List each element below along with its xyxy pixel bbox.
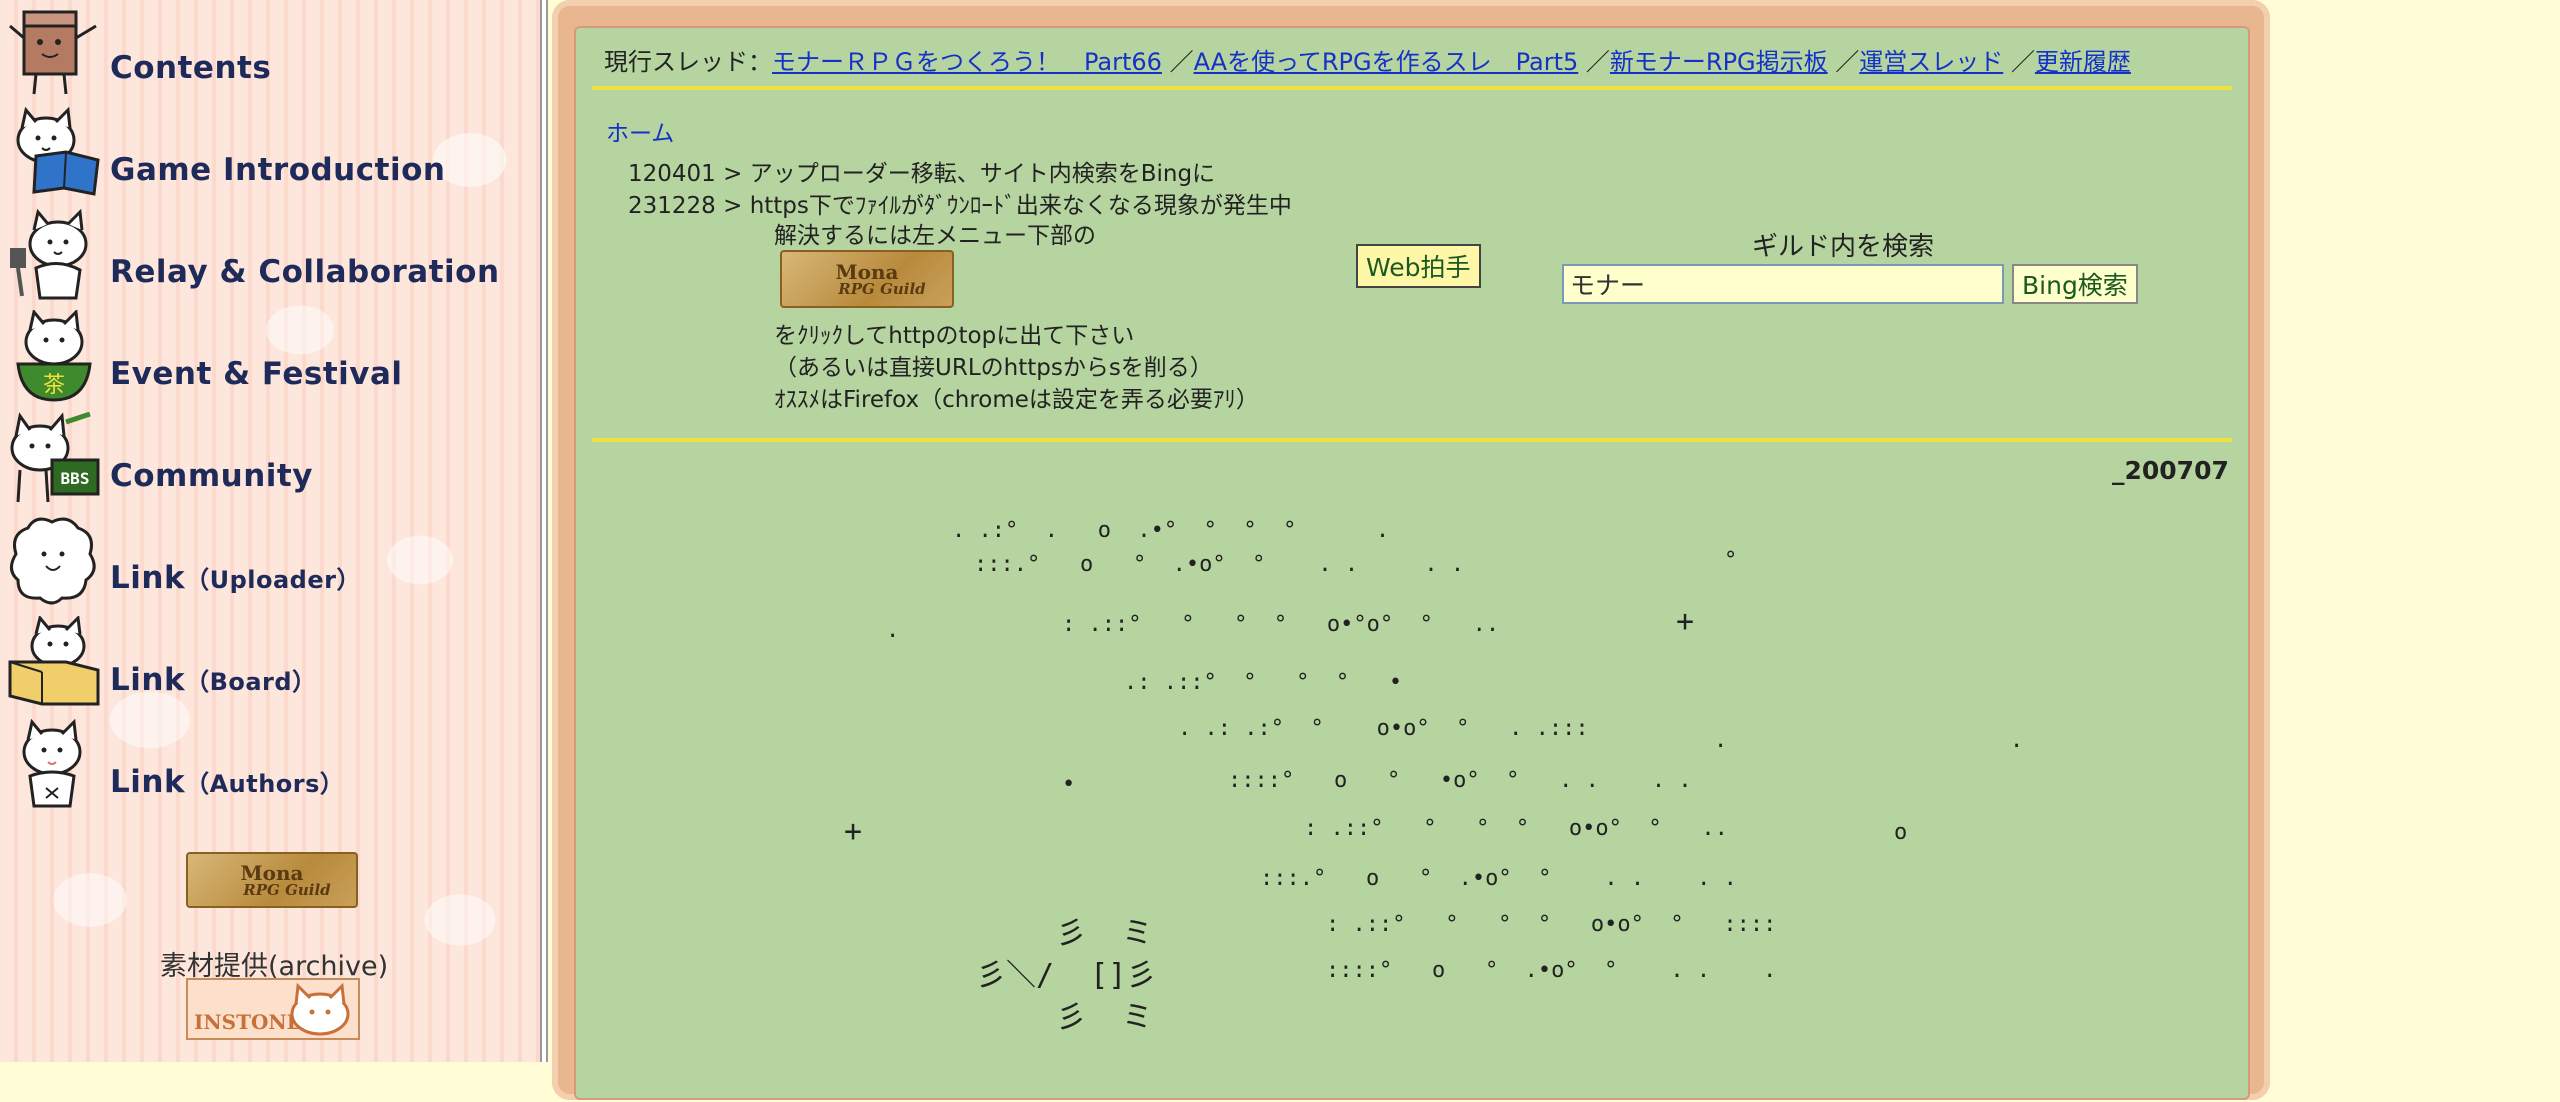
separator: ／ xyxy=(2010,48,2035,76)
sidebar-item-game-introduction[interactable]: Game Introduction xyxy=(0,102,530,202)
cat-face-icon xyxy=(290,982,350,1036)
separator: ／ xyxy=(1835,48,1860,76)
current-threads-bar: 現行スレッド：モナーＲＰＧをつくろう！ Part66 ／AAを使ってRPGを作る… xyxy=(604,42,2131,77)
svg-text:茶: 茶 xyxy=(43,373,65,398)
sidebar-item-contents[interactable]: Contents xyxy=(0,0,530,100)
instone-logo[interactable]: INSTONE xyxy=(186,978,360,1040)
box-mascot-icon xyxy=(9,10,97,95)
news-item: 120401 > アップローダー移転、サイト内検索をBingに xyxy=(628,161,1216,187)
sidebar-item-label: Game Introduction xyxy=(110,152,446,188)
fluffy-cat-icon xyxy=(10,517,96,605)
svg-text:BBS: BBS xyxy=(61,469,90,488)
sidebar-item-label: Community xyxy=(110,458,313,494)
search-title: ギルド内を検索 xyxy=(1752,232,1935,262)
divider xyxy=(592,438,2232,442)
notice-line: をｸﾘｯｸしてhttpのtopに出て下さい xyxy=(774,323,1135,349)
thread-link-new-board[interactable]: 新モナーRPG掲示板 xyxy=(1610,48,1828,76)
search-input[interactable] xyxy=(1562,264,2004,304)
sidebar-item-label: Link（Authors） xyxy=(110,764,345,800)
tea-bowl-cat-icon: 茶 xyxy=(16,310,92,402)
sidebar-item-community[interactable]: BBS Community xyxy=(0,408,530,508)
thread-link-aa-rpg[interactable]: AAを使ってRPGを作るスレ Part5 xyxy=(1194,48,1579,76)
separator: ／ xyxy=(1585,48,1610,76)
sidebar-item-event-festival[interactable]: 茶 Event & Festival xyxy=(0,306,530,406)
standing-cat-icon xyxy=(22,718,82,808)
home-link[interactable]: ホーム xyxy=(606,114,674,148)
thread-link-update-history[interactable]: 更新履歴 xyxy=(2035,48,2131,76)
notice-line: ｵｽｽﾒはFirefox（chromeは設定を弄る必要ｱﾘ） xyxy=(774,387,1259,413)
box-cat-icon xyxy=(8,616,100,706)
sidebar-item-link-authors[interactable]: Link（Authors） xyxy=(0,714,530,814)
sidebar-item-label: Link（Board） xyxy=(110,662,317,698)
reading-cat-icon xyxy=(16,106,100,196)
mona-rpg-guild-logo[interactable]: Mona RPG Guild xyxy=(186,852,358,908)
divider xyxy=(592,86,2232,90)
sidebar-item-label: Link（Uploader） xyxy=(110,560,361,596)
separator: ／ xyxy=(1169,48,1194,76)
sidebar-item-label: Relay & Collaboration xyxy=(110,254,500,290)
thread-link-operations[interactable]: 運営スレッド xyxy=(1859,48,2003,76)
notice-line: 解決するには左メニュー下部の xyxy=(774,223,1096,249)
news-item: 231228 > https下でﾌｧｲﾙがﾀﾞｳﾝﾛｰﾄﾞ出来なくなる現象が発生… xyxy=(628,193,1292,219)
web-clap-button[interactable]: Web拍手 xyxy=(1356,244,1481,288)
bing-search-button[interactable]: Bing検索 xyxy=(2012,264,2138,304)
bbs-cat-icon: BBS xyxy=(10,412,100,503)
threads-prefix: 現行スレッド： xyxy=(604,48,772,76)
sidebar-item-relay-collaboration[interactable]: Relay & Collaboration xyxy=(0,204,530,304)
content-panel: 現行スレッド：モナーＲＰＧをつくろう！ Part66 ／AAを使ってRPGを作る… xyxy=(574,26,2250,1100)
hammer-cat-icon xyxy=(10,208,88,300)
notice-line: （あるいは直接URLのhttpsからsを削る） xyxy=(774,355,1213,381)
mona-rpg-guild-logo-inline[interactable]: Mona RPG Guild xyxy=(780,250,954,308)
content-frame: 現行スレッド：モナーＲＰＧをつくろう！ Part66 ／AAを使ってRPGを作る… xyxy=(552,0,2270,1100)
thread-link-part66[interactable]: モナーＲＰＧをつくろう！ Part66 xyxy=(772,48,1162,76)
sidebar-divider xyxy=(540,0,548,1062)
sidebar-item-label: Contents xyxy=(110,50,272,86)
date-label: _200707 xyxy=(2112,456,2229,485)
sidebar-nav: Contents Game Introduction Relay & Colla… xyxy=(0,0,540,1062)
sidebar-item-link-uploader[interactable]: Link（Uploader） xyxy=(0,510,530,610)
sidebar-item-link-board[interactable]: Link（Board） xyxy=(0,612,530,712)
sidebar-item-label: Event & Festival xyxy=(110,356,403,392)
